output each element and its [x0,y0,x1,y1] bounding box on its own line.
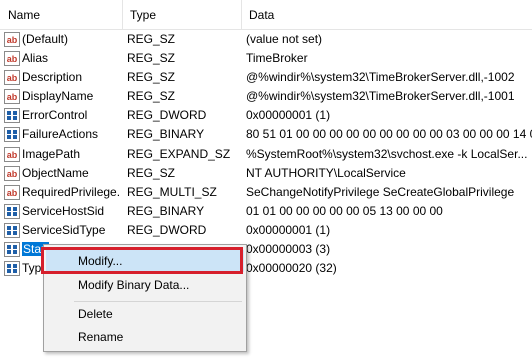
string-value-icon: ab [4,89,20,105]
value-data: 80 51 01 00 00 00 00 00 00 00 00 00 03 0… [246,127,532,142]
registry-value-row[interactable]: ErrorControl REG_DWORD 0x00000001 (1) [0,106,532,125]
value-data: 0x00000001 (1) [246,108,331,123]
value-name[interactable]: (Default) [22,32,68,46]
value-name[interactable]: RequiredPrivilege... [22,185,120,199]
value-name[interactable]: ServiceSidType [22,223,105,237]
string-value-icon: ab [4,70,20,86]
value-data: %SystemRoot%\system32\svchost.exe -k Loc… [246,146,528,161]
value-type: REG_DWORD [127,108,207,123]
svg-text:ab: ab [7,54,18,64]
column-header: Name Type Data [0,0,532,30]
registry-value-row[interactable]: ab DisplayName REG_SZ @%windir%\system32\Ti… [0,87,532,106]
value-data: 0x00000020 (32) [246,261,337,276]
column-header-type[interactable]: Type [122,0,241,30]
value-type: REG_SZ [127,32,176,46]
menu-item-modify-binary-data[interactable]: Modify Binary Data... [46,274,244,296]
value-type: REG_MULTI_SZ [127,184,217,199]
svg-text:ab: ab [7,150,18,160]
registry-value-row[interactable]: ab ImagePath REG_EXPAND_SZ %SystemRoot%\sys… [0,145,532,164]
registry-value-row[interactable]: ab RequiredPrivilege... REG_MULTI_SZ SeChan… [0,183,532,202]
value-name-cell: Alias [22,49,120,68]
value-type: REG_DWORD [127,222,207,237]
value-data: TimeBroker [246,51,308,66]
value-name[interactable]: ServiceHostSid [22,204,104,218]
registry-value-row[interactable]: ab (Default) REG_SZ (value not set) [0,30,532,49]
value-name[interactable]: DisplayName [22,89,93,103]
registry-value-row[interactable]: ServiceSidType REG_DWORD 0x00000001 (1) [0,221,532,240]
value-name-cell: ObjectName [22,164,120,183]
annotation-highlight-box [41,247,243,274]
binary-value-icon [4,108,20,124]
svg-text:ab: ab [7,169,18,179]
value-name-cell: ErrorControl [22,106,120,125]
string-value-icon: ab [4,146,20,162]
svg-text:ab: ab [7,188,18,198]
value-name[interactable]: ObjectName [22,166,89,180]
menu-separator [74,301,242,302]
value-name[interactable]: ErrorControl [22,108,87,122]
value-name-cell: Description [22,68,120,87]
value-data: 0x00000003 (3) [246,242,331,257]
column-header-data[interactable]: Data [241,0,532,30]
menu-item-rename[interactable]: Rename [46,326,244,348]
value-type: REG_SZ [127,89,176,104]
registry-value-row[interactable]: ab ObjectName REG_SZ NT AUTHORITY\LocalServ… [0,164,532,183]
value-name-cell: (Default) [22,30,120,49]
value-data: (value not set) [246,32,323,46]
value-name-cell: DisplayName [22,87,120,106]
value-name[interactable]: FailureActions [22,127,98,141]
value-type: REG_SZ [127,165,176,180]
svg-text:ab: ab [7,92,18,102]
binary-value-icon [4,242,20,258]
registry-value-row[interactable]: ServiceHostSid REG_BINARY 01 01 00 00 00 0… [0,202,532,221]
value-name-cell: RequiredPrivilege... [22,183,120,202]
value-data: SeChangeNotifyPrivilege SeCreateGlobalPr… [246,184,515,199]
string-value-icon: ab [4,32,20,47]
value-data: NT AUTHORITY\LocalService [246,165,406,180]
string-value-icon: ab [4,184,20,200]
value-name-cell: ImagePath [22,145,120,164]
registry-value-row[interactable]: FailureActions REG_BINARY 80 51 01 00 00 0… [0,125,532,144]
registry-value-row[interactable]: ab Description REG_SZ @%windir%\system32\Ti… [0,68,532,87]
binary-value-icon [4,261,20,277]
value-name-cell: ServiceSidType [22,221,120,240]
registry-values-list: ab (Default) REG_SZ (value not set) ab Alias R… [0,30,532,278]
menu-item-delete[interactable]: Delete [46,303,244,325]
string-value-icon: ab [4,51,20,67]
column-header-name[interactable]: Name [0,0,122,30]
binary-value-icon [4,203,20,219]
value-data: 01 01 00 00 00 00 00 05 13 00 00 00 [246,203,443,218]
value-data: 0x00000001 (1) [246,222,331,237]
value-type: REG_SZ [127,51,176,66]
value-type: REG_SZ [127,70,176,85]
string-value-icon: ab [4,165,20,181]
registry-value-row[interactable]: ab Alias REG_SZ TimeBroker [0,49,532,68]
svg-text:ab: ab [7,73,18,83]
value-name[interactable]: Alias [22,51,48,65]
value-data: @%windir%\system32\TimeBrokerServer.dll,… [246,70,515,85]
binary-value-icon [4,127,20,143]
value-name-cell: ServiceHostSid [22,202,120,221]
binary-value-icon [4,222,20,238]
value-data: @%windir%\system32\TimeBrokerServer.dll,… [246,89,515,104]
value-type: REG_BINARY [127,127,205,142]
value-type: REG_EXPAND_SZ [127,146,231,161]
value-name[interactable]: Description [22,70,82,84]
value-name-cell: FailureActions [22,125,120,144]
value-name[interactable]: ImagePath [22,147,80,161]
value-type: REG_BINARY [127,203,205,218]
svg-text:ab: ab [7,35,18,45]
